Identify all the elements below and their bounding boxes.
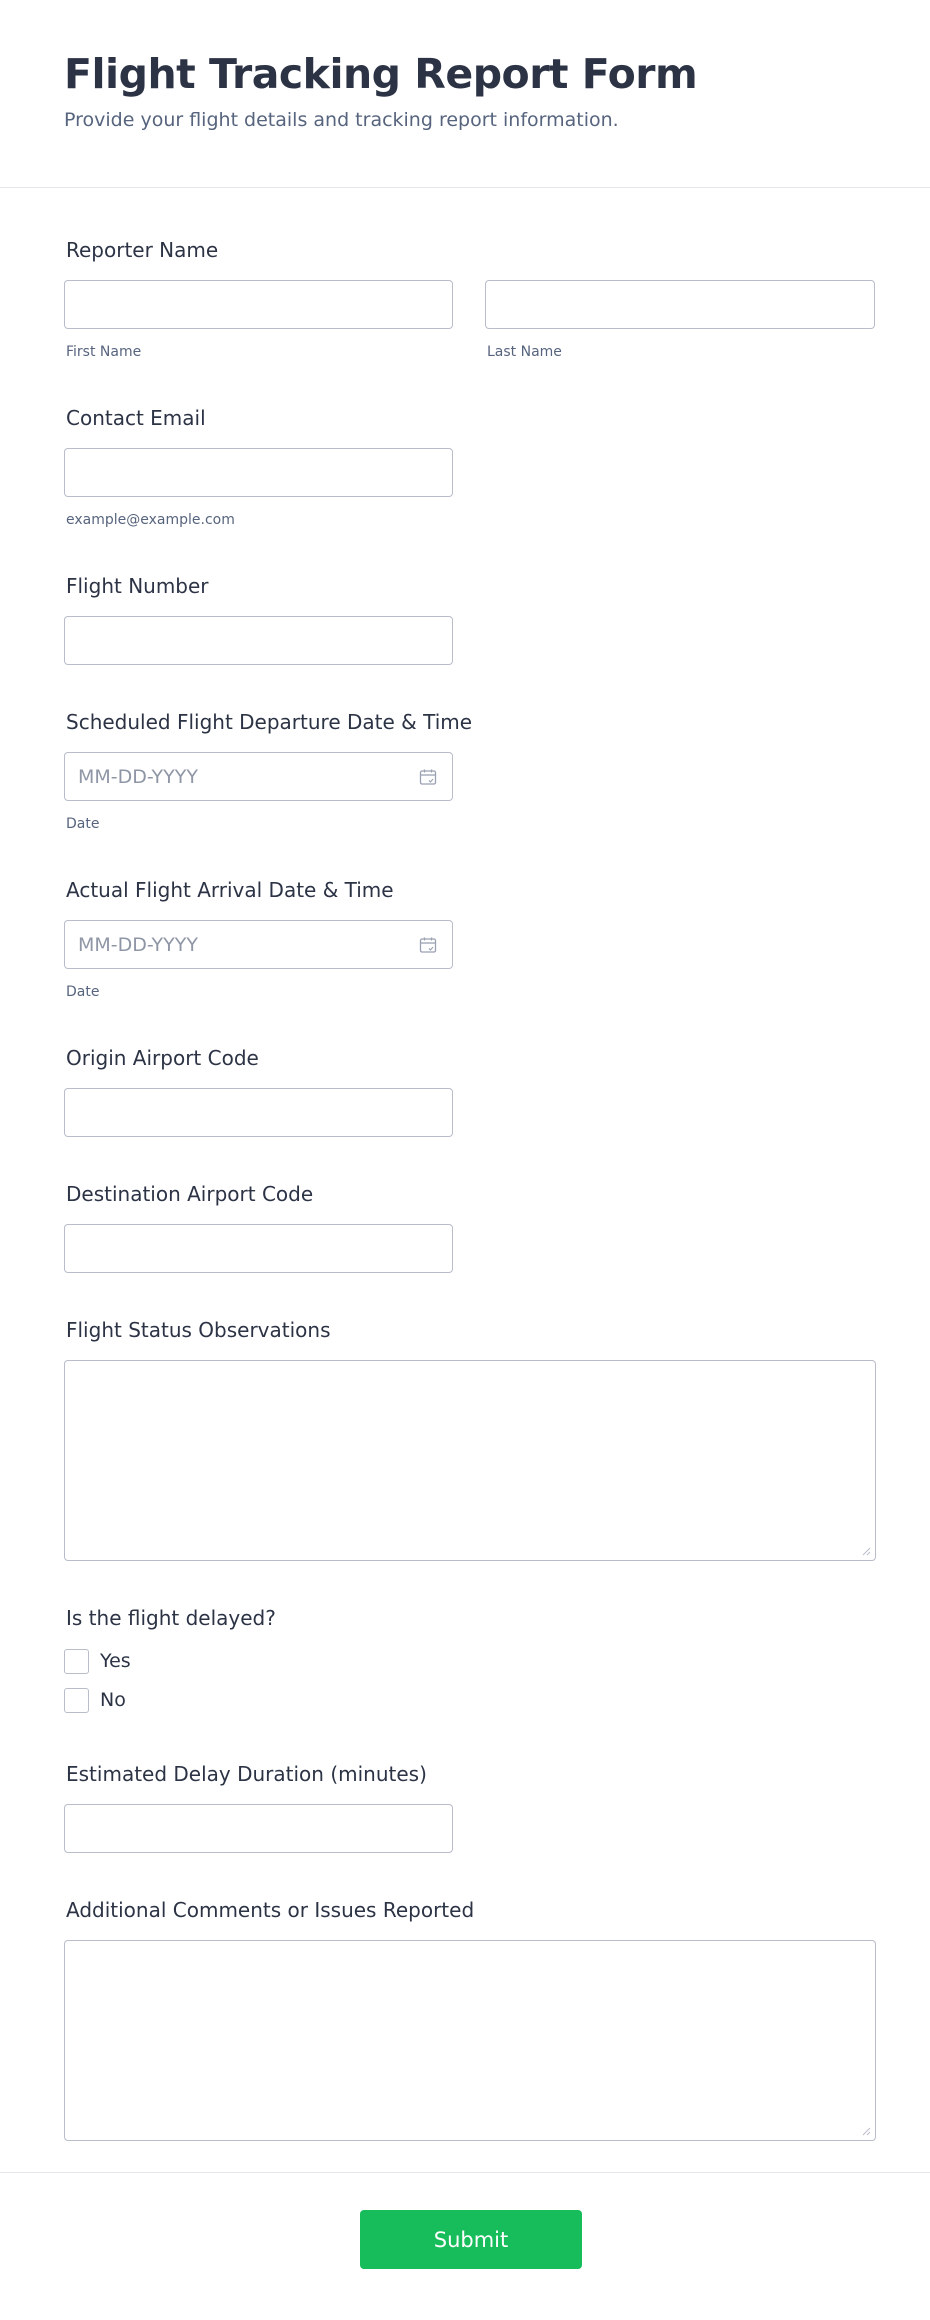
delayed-option-yes[interactable]: Yes [64,1648,131,1674]
last-name-input[interactable] [485,280,875,329]
origin-airport-label: Origin Airport Code [66,1046,259,1070]
calendar-icon[interactable] [418,767,438,787]
destination-airport-label: Destination Airport Code [66,1182,314,1206]
departure-date-input[interactable] [64,752,453,801]
checkbox-label: No [100,1689,126,1711]
contact-email-label: Contact Email [66,406,206,430]
email-sublabel: example@example.com [66,512,235,528]
resize-handle-icon[interactable] [861,1546,871,1556]
first-name-input[interactable] [64,280,453,329]
additional-comments-label: Additional Comments or Issues Reported [66,1898,475,1922]
departure-label: Scheduled Flight Departure Date & Time [66,710,473,734]
checkbox[interactable] [64,1687,89,1713]
calendar-icon[interactable] [418,935,438,955]
checkbox-label: Yes [100,1650,131,1672]
email-field[interactable] [64,448,453,497]
resize-handle-icon[interactable] [861,2126,871,2136]
footer-divider [0,2172,930,2173]
first-name-sublabel: First Name [66,344,142,360]
form-title: Flight Tracking Report Form [64,50,698,98]
origin-airport-input[interactable] [64,1088,453,1137]
submit-button[interactable]: Submit [360,2210,582,2269]
form-subtitle: Provide your flight details and tracking… [64,109,619,131]
last-name-sublabel: Last Name [487,344,562,360]
checkbox[interactable] [64,1648,89,1674]
flight-number-label: Flight Number [66,574,209,598]
additional-comments-textarea[interactable] [64,1940,876,2141]
arrival-date-input[interactable] [64,920,453,969]
reporter-name-label: Reporter Name [66,238,219,262]
flight-number-input[interactable] [64,616,453,665]
delayed-option-no[interactable]: No [64,1687,126,1713]
delay-duration-label: Estimated Delay Duration (minutes) [66,1762,427,1786]
status-observations-label: Flight Status Observations [66,1318,331,1342]
delay-duration-input[interactable] [64,1804,453,1853]
destination-airport-input[interactable] [64,1224,453,1273]
departure-sublabel: Date [66,816,100,832]
status-observations-textarea[interactable] [64,1360,876,1561]
arrival-label: Actual Flight Arrival Date & Time [66,878,394,902]
form-header: Flight Tracking Report Form Provide your… [0,0,930,188]
delayed-question-label: Is the flight delayed? [66,1606,276,1630]
arrival-sublabel: Date [66,984,100,1000]
